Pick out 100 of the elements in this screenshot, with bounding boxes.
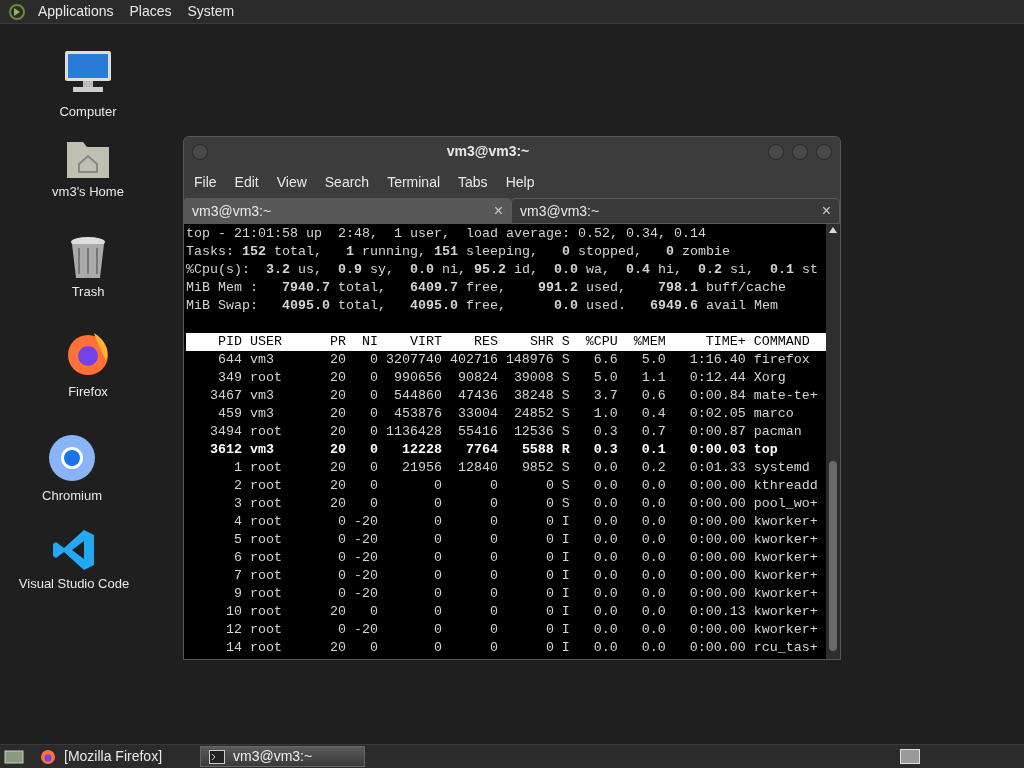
menu-logo-icon[interactable]: [8, 2, 26, 21]
table-cell-text: 0.0: [640, 639, 666, 657]
table-cell-text: 0: [488, 567, 498, 585]
table-cell-text: 0: [544, 621, 554, 639]
menu-item[interactable]: Search: [316, 171, 378, 193]
table-cell-text: 3467: [209, 387, 242, 405]
table-cell-text: kworker+: [752, 603, 819, 621]
panel-menu[interactable]: System: [187, 1, 235, 22]
workspace-switcher[interactable]: [900, 749, 920, 764]
table-cell-text: 0.0: [640, 531, 666, 549]
table-cell-text: I: [560, 549, 570, 567]
table-cell-text: 0: [368, 441, 378, 459]
terminal-tab[interactable]: vm3@vm3:~ ×: [511, 198, 840, 224]
summary-line: MiB Mem : 7940.7 total, 6409.7 free, 991.2 used, 798.1 buff/cache: [186, 279, 787, 297]
table-cell-text: Xorg: [752, 369, 787, 387]
table-cell-text: mate-te+: [752, 387, 819, 405]
table-cell-text: 0.0: [592, 477, 618, 495]
menu-item[interactable]: Help: [497, 171, 543, 193]
table-cell-text: 1136428: [384, 423, 442, 441]
icon-label[interactable]: Visual Studio Code: [18, 574, 130, 594]
table-cell-text: 0.0: [592, 495, 618, 513]
show-desktop-icon[interactable]: [4, 748, 24, 765]
icon-label[interactable]: Chromium: [42, 486, 102, 506]
table-cell-text: I: [560, 513, 570, 531]
menu-item[interactable]: File: [186, 171, 225, 193]
table-cell-text: 0: [544, 603, 554, 621]
table-cell-text: 0.0: [592, 603, 618, 621]
table-cell-text: 20: [328, 477, 346, 495]
table-cell-text: 0.4: [640, 405, 666, 423]
table-cell-text: 0.0: [640, 513, 666, 531]
column-header[interactable]: RES: [441, 333, 498, 351]
scrollbar-thumb[interactable]: [829, 461, 837, 651]
summary-line: MiB Swap: 4095.0 total, 4095.0 free, 0.0 used. 6949.6 avail Mem: [186, 297, 779, 315]
column-header[interactable]: NI: [345, 333, 378, 351]
taskbar-button[interactable]: [Mozilla Firefox]: [32, 746, 192, 767]
table-cell-text: -20: [352, 585, 378, 603]
menu-item[interactable]: Tabs: [450, 171, 496, 193]
table-cell-text: 0.0: [592, 585, 618, 603]
column-header[interactable]: USER: [242, 333, 314, 351]
table-cell-text: vm3: [248, 351, 275, 369]
table-cell-text: 0: [336, 549, 346, 567]
scroll-up-arrow-icon[interactable]: [829, 227, 837, 233]
table-cell-text: 5: [233, 531, 242, 549]
table-cell-text: 5.0: [640, 351, 666, 369]
panel-menu[interactable]: Places: [129, 1, 172, 22]
menu-item[interactable]: Edit: [226, 171, 267, 193]
table-cell-text: 3494: [209, 423, 242, 441]
table-cell-text: 6: [233, 549, 242, 567]
trash-icon[interactable]: [69, 236, 107, 280]
table-cell-text: 0:00.00: [688, 585, 746, 603]
column-header[interactable]: TIME+: [665, 333, 746, 351]
column-header[interactable]: PID: [186, 333, 242, 351]
code-editor-icon[interactable]: [52, 528, 96, 572]
menu-item[interactable]: Terminal: [379, 171, 449, 193]
table-cell-text: 0: [336, 567, 346, 585]
close-tab-button[interactable]: ×: [821, 199, 831, 223]
table-cell-text: 0.1: [640, 441, 666, 459]
close-tab-button[interactable]: ×: [493, 199, 503, 223]
table-cell-text: S: [560, 369, 570, 387]
table-cell-text: 0.0: [640, 603, 666, 621]
terminal-tab[interactable]: vm3@vm3:~ ×: [184, 198, 511, 224]
icon-label[interactable]: vm3's Home: [52, 182, 124, 202]
column-header[interactable]: COMMAND: [745, 333, 826, 351]
scrollbar[interactable]: [826, 224, 840, 659]
column-header[interactable]: VIRT: [377, 333, 442, 351]
table-cell-text: I: [560, 531, 570, 549]
table-cell-text: vm3: [248, 387, 275, 405]
panel-menu[interactable]: Applications: [38, 1, 114, 22]
column-header[interactable]: %MEM: [617, 333, 666, 351]
table-cell-text: S: [560, 351, 570, 369]
table-cell-text: root: [248, 567, 283, 585]
table-cell-text: root: [248, 459, 283, 477]
table-cell-text: -20: [352, 567, 378, 585]
icon-label[interactable]: Computer: [59, 102, 117, 122]
icon-label[interactable]: Firefox: [68, 382, 108, 402]
table-cell-text: 0: [544, 531, 554, 549]
column-header[interactable]: PR: [313, 333, 346, 351]
table-cell-text: 0.0: [592, 513, 618, 531]
table-cell-text: 0: [368, 477, 378, 495]
table-cell-text: I: [560, 603, 570, 621]
table-cell-text: 0.0: [640, 621, 666, 639]
column-header[interactable]: S: [553, 333, 570, 351]
icon-label[interactable]: Trash: [71, 282, 105, 302]
table-cell-text: pool_wo+: [752, 495, 819, 513]
column-header[interactable]: %CPU: [569, 333, 618, 351]
chromium-icon[interactable]: [48, 434, 96, 482]
table-cell-text: 0: [368, 603, 378, 621]
table-cell-text: 0.0: [592, 549, 618, 567]
table-cell-text: S: [560, 405, 570, 423]
table-cell-text: I: [560, 639, 570, 657]
menu-item[interactable]: View: [268, 171, 315, 193]
table-cell-text: vm3: [248, 405, 275, 423]
table-cell-text: vm3: [248, 441, 275, 459]
table-cell-text: root: [248, 369, 283, 387]
table-cell-text: 0: [336, 585, 346, 603]
table-cell-text: 0.0: [640, 495, 666, 513]
column-header[interactable]: SHR: [497, 333, 554, 351]
table-cell-text: 39008: [512, 369, 554, 387]
taskbar-button[interactable]: vm3@vm3:~: [200, 746, 365, 767]
table-cell-text: -20: [352, 513, 378, 531]
